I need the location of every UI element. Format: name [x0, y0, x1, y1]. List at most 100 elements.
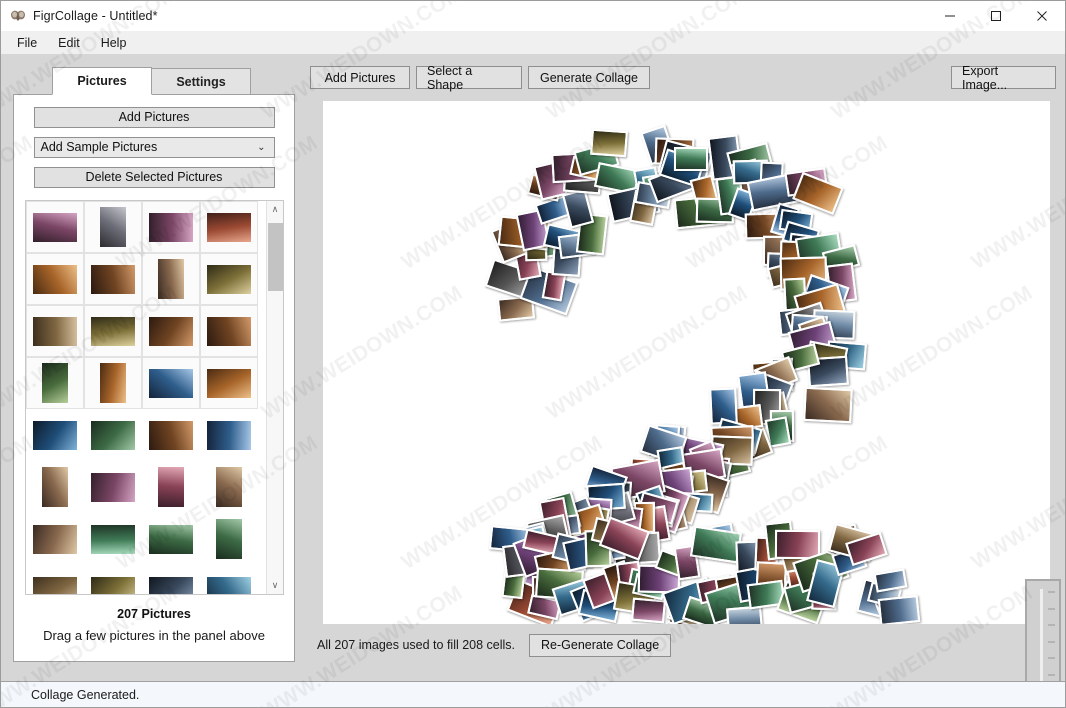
thumbnail-cell[interactable] [141, 201, 200, 253]
thumbnail-cell[interactable] [141, 357, 200, 409]
zoom-slider-tick [1048, 640, 1055, 643]
thumbnail-image [32, 576, 77, 594]
collage-photo-image [524, 530, 556, 554]
picture-count-label: 207 Pictures [117, 607, 191, 621]
thumbnail-cell[interactable] [142, 565, 200, 594]
thumbnail-image [148, 576, 193, 594]
toolbar-add-pictures-button[interactable]: Add Pictures [310, 66, 410, 89]
menu-item-file[interactable]: File [8, 34, 46, 52]
thumbnail-image [206, 576, 251, 594]
thumbnail-image [90, 316, 135, 346]
thumbnail-cell[interactable] [142, 513, 200, 565]
collage-photo [873, 568, 907, 593]
thumbnail-cell[interactable] [84, 565, 142, 594]
collage-canvas[interactable] [323, 101, 1050, 624]
sidebar-tabstrip: Pictures Settings [13, 67, 295, 95]
add-sample-pictures-dropdown[interactable]: Add Sample Pictures ⌄ [33, 137, 275, 158]
thumbnail-cell[interactable] [26, 409, 84, 461]
scroll-down-icon[interactable]: ∨ [267, 577, 283, 594]
thumbnail-cell[interactable] [84, 409, 142, 461]
zoom-slider-tick [1048, 591, 1055, 593]
thumbnail-image [148, 212, 193, 242]
thumbnail-image [32, 264, 77, 294]
thumbnail-cell[interactable] [199, 305, 258, 357]
thumbnail-cell[interactable] [83, 357, 142, 409]
thumbnail-image [157, 467, 184, 507]
collage-photo-image [592, 130, 627, 155]
thumbnail-cell[interactable] [26, 513, 84, 565]
thumbnail-grid [25, 201, 264, 594]
minimize-button[interactable] [927, 1, 973, 31]
images-used-label: All 207 images used to fill 208 cells. [317, 638, 516, 652]
tab-settings[interactable]: Settings [151, 68, 251, 95]
thumbnail-image [157, 259, 184, 299]
status-bar: Collage Generated. [1, 681, 1065, 707]
thumbnail-cell[interactable] [199, 357, 258, 409]
thumbnail-cell[interactable] [26, 461, 84, 513]
add-pictures-button[interactable]: Add Pictures [33, 107, 275, 128]
toolbar-generate-collage-button[interactable]: Generate Collage [528, 66, 650, 89]
toolbar-select-shape-button[interactable]: Select a Shape [416, 64, 522, 92]
thumbnail-cell[interactable] [200, 565, 258, 594]
thumbnail-image [148, 316, 193, 346]
status-message: Collage Generated. [31, 687, 140, 702]
regenerate-collage-button[interactable]: Re-Generate Collage [529, 633, 672, 657]
thumbnail-cell[interactable] [25, 201, 84, 253]
chevron-down-icon: ⌄ [257, 142, 266, 153]
thumbnail-image [148, 524, 193, 554]
tab-pictures[interactable]: Pictures [52, 67, 152, 95]
right-panel: Add Pictures Select a Shape Generate Col… [307, 54, 1065, 682]
thumbnail-list[interactable]: ∧ ∨ [24, 200, 284, 595]
collage-photo [562, 188, 595, 229]
thumbnail-cell[interactable] [83, 253, 142, 305]
window-title: FigrCollage - Untitled* [33, 9, 158, 23]
thumbnail-cell[interactable] [84, 461, 142, 513]
thumbnail-cell[interactable] [25, 305, 84, 357]
collage-shape-digit-2 [323, 101, 1050, 624]
thumbnail-cell[interactable] [199, 253, 258, 305]
menu-bar: File Edit Help [1, 31, 1065, 55]
thumbnail-cell[interactable] [200, 461, 258, 513]
thumbnail-cell[interactable] [83, 201, 142, 253]
thumbnail-cell[interactable] [199, 201, 258, 253]
collage-photo-image [805, 388, 851, 421]
thumbnail-cell[interactable] [26, 565, 84, 594]
title-bar: FigrCollage - Untitled* [1, 1, 1065, 31]
menu-item-help[interactable]: Help [92, 34, 136, 52]
thumbnail-cell[interactable] [200, 409, 258, 461]
close-button[interactable] [1019, 1, 1065, 31]
thumbnail-cell[interactable] [83, 305, 142, 357]
thumbnail-cell[interactable] [25, 357, 84, 409]
thumbnail-cell[interactable] [200, 513, 258, 565]
scrollbar-thumb[interactable] [267, 223, 283, 291]
main-toolbar: Add Pictures Select a Shape Generate Col… [307, 64, 1065, 92]
thumbnail-image [41, 363, 68, 403]
thumbnail-cell[interactable] [141, 253, 200, 305]
delete-selected-pictures-button[interactable]: Delete Selected Pictures [33, 167, 275, 188]
thumbnail-cell[interactable] [142, 409, 200, 461]
thumbnail-image [148, 420, 193, 450]
thumbnail-cell[interactable] [25, 253, 84, 305]
thumbnail-image [99, 363, 126, 403]
thumbnail-image [215, 519, 242, 559]
export-image-button[interactable]: Export Image... [951, 64, 1056, 92]
thumbnail-image [90, 524, 135, 554]
thumbnail-image [90, 264, 135, 294]
zoom-slider-tick [1048, 624, 1055, 626]
collage-photo [690, 525, 743, 564]
thumbnail-cell[interactable] [84, 513, 142, 565]
drag-hint-label: Drag a few pictures in the panel above [43, 628, 265, 643]
app-butterfly-icon [10, 8, 26, 24]
scroll-up-icon[interactable]: ∧ [267, 201, 283, 218]
thumbnail-cell[interactable] [141, 305, 200, 357]
maximize-button[interactable] [973, 1, 1019, 31]
figrcollage-window: FigrCollage - Untitled* File Edit Help P… [0, 0, 1066, 708]
menu-item-edit[interactable]: Edit [49, 34, 89, 52]
thumbnail-cell[interactable] [142, 461, 200, 513]
collage-photo [630, 597, 666, 624]
zoom-slider-tick [1048, 657, 1055, 659]
collage-photo-image [543, 272, 565, 300]
thumbnail-image [32, 212, 77, 242]
thumbnail-scrollbar[interactable]: ∧ ∨ [265, 201, 283, 594]
collage-photo-image [766, 418, 789, 446]
